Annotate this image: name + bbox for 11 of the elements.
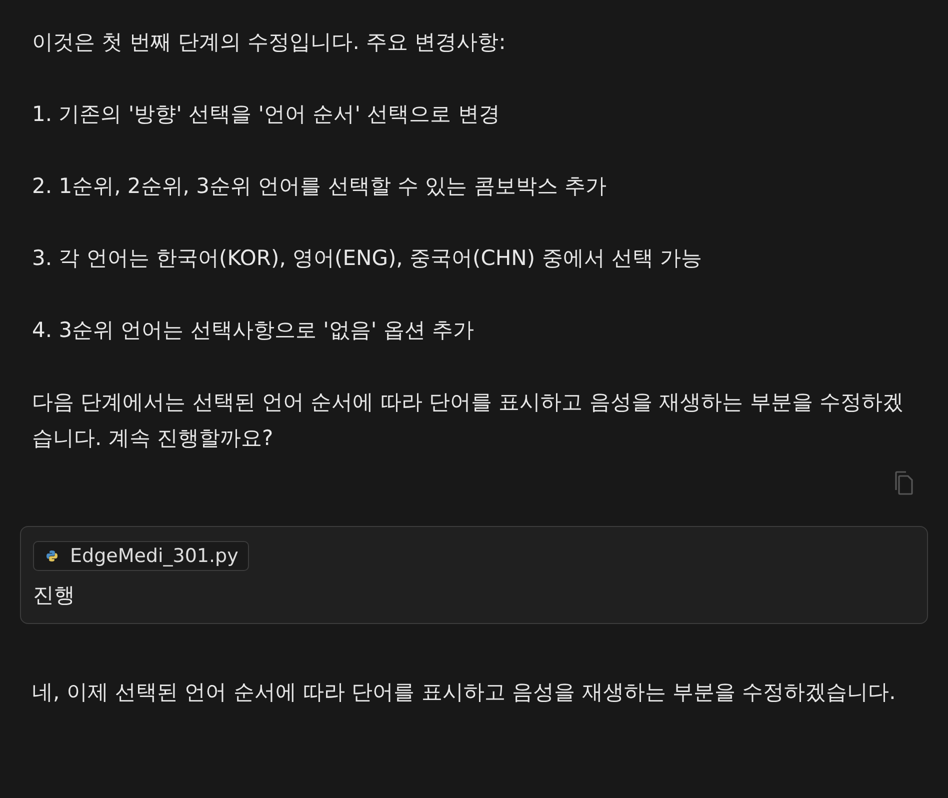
file-chip[interactable]: EdgeMedi_301.py — [33, 541, 250, 571]
list-item: 3. 각 언어는 한국어(KOR), 영어(ENG), 중국어(CHN) 중에서 선택 가능 — [32, 245, 704, 272]
message-text: 다음 단계에서는 선택된 언어 순서에 따라 단어를 표시하고 음성을 재생하는 부분을 수정하겠습니다. 계속 진행할까요? — [32, 389, 904, 452]
list-item: 1. 기존의 '방향' 선택을 '언어 순서' 선택으로 변경 — [32, 101, 501, 128]
python-icon — [46, 550, 58, 562]
list-item: 2. 1순위, 2순위, 3순위 언어를 선택할 수 있는 콤보박스 추가 — [32, 173, 608, 200]
message-text: 이것은 첫 번째 단계의 수정입니다. 주요 변경사항: — [32, 29, 507, 56]
reply-text: 네, 이제 선택된 언어 순서에 따라 단어를 표시하고 음성을 재생하는 부분을 수정하겠습니다. — [31, 679, 897, 706]
list-item: 4. 3순위 언어는 선택사항으로 '없음' 옵션 추가 — [32, 317, 475, 344]
user-message-text: 진행 — [33, 582, 76, 609]
copy-icon[interactable] — [892, 470, 914, 496]
